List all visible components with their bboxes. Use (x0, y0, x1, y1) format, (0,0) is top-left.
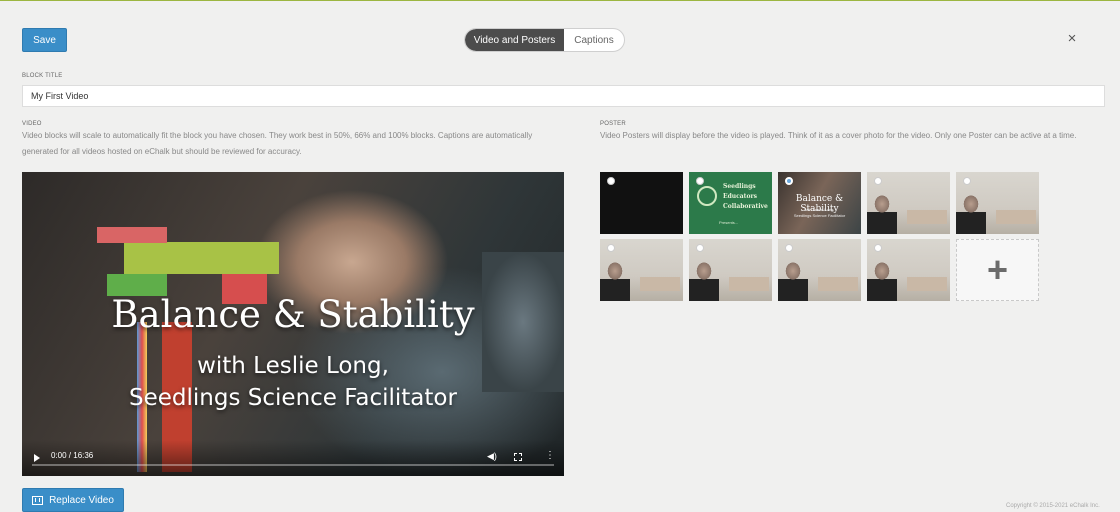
plus-icon: + (986, 249, 1009, 290)
more-options-icon[interactable]: ⋮ (545, 450, 555, 461)
video-label: VIDEO (22, 121, 42, 127)
green-block (124, 242, 279, 274)
person-image (867, 190, 897, 234)
poster-radio[interactable] (607, 244, 615, 252)
poster-logo-text: Seedlings Educators Collaborative (723, 182, 768, 212)
red-block (97, 227, 167, 243)
video-controls: 0:00 / 16:36 ◀) ⋮ (22, 440, 564, 476)
poster-thumb-selected[interactable]: Balance & Stability with Leslie Long, Se… (778, 172, 861, 234)
poster-radio[interactable] (607, 177, 615, 185)
person-image (778, 257, 808, 301)
poster-thumb[interactable] (600, 172, 683, 234)
poster-radio-selected[interactable] (785, 177, 793, 185)
poster-thumb[interactable] (600, 239, 683, 301)
shelf-image (640, 277, 680, 291)
person-image (956, 190, 986, 234)
poster-logo-text-line: Educators (723, 193, 757, 200)
poster-radio[interactable] (963, 177, 971, 185)
video-time: 0:00 / 16:36 (51, 451, 94, 460)
poster-radio[interactable] (696, 244, 704, 252)
person-image (867, 257, 897, 301)
poster-logo-text-line: Collaborative (723, 203, 768, 210)
shelf-image (907, 210, 947, 224)
poster-thumb[interactable] (778, 239, 861, 301)
swirl-logo-icon (697, 186, 717, 206)
tab-video-and-posters[interactable]: Video and Posters (465, 29, 564, 51)
shelf-image (907, 277, 947, 291)
poster-help-text: Video Posters will display before the vi… (600, 131, 1077, 140)
add-poster-button[interactable]: + (956, 239, 1039, 301)
video-subtitle-line2: Seedlings Science Facilitator (129, 385, 457, 411)
shelf-image (818, 277, 858, 291)
tab-captions[interactable]: Captions (564, 29, 624, 51)
copyright-text: Copyright © 2015-2021 eChalk Inc. (1006, 503, 1100, 509)
poster-label: POSTER (600, 121, 626, 127)
poster-radio[interactable] (696, 177, 704, 185)
poster-radio[interactable] (874, 177, 882, 185)
poster-thumb[interactable] (867, 239, 950, 301)
replace-video-button[interactable]: Replace Video (22, 488, 124, 512)
video-progress-bar[interactable] (32, 464, 554, 466)
poster-presents-text: Presents... (719, 220, 739, 225)
video-title: Balance & Stability (111, 293, 475, 336)
poster-thumb[interactable] (956, 172, 1039, 234)
poster-thumb-subtitle-line: Seedlings Science Facilitator (793, 213, 846, 218)
shelf-image (996, 210, 1036, 224)
block-title-label: BLOCK TITLE (22, 73, 63, 79)
film-icon (32, 495, 44, 505)
poster-logo-text-line: Seedlings (723, 183, 756, 190)
poster-thumb-subtitle: with Leslie Long, Seedlings Science Faci… (778, 207, 861, 219)
block-title-input[interactable] (22, 85, 1105, 107)
poster-thumb[interactable] (689, 239, 772, 301)
person-image (689, 257, 719, 301)
person-image (600, 257, 630, 301)
shelf-image (729, 277, 769, 291)
replace-video-label: Replace Video (49, 494, 114, 506)
poster-thumb[interactable] (867, 172, 950, 234)
top-accent-line (0, 0, 1120, 1)
poster-radio[interactable] (785, 244, 793, 252)
fullscreen-icon[interactable] (514, 453, 522, 461)
play-icon[interactable] (34, 454, 40, 462)
video-player[interactable]: Balance & Stability with Leslie Long, Se… (22, 172, 564, 476)
view-toggle: Video and Posters Captions (464, 28, 625, 52)
poster-thumb[interactable]: Seedlings Educators Collaborative Presen… (689, 172, 772, 234)
video-help-text: Video blocks will scale to automatically… (22, 131, 533, 156)
volume-icon[interactable]: ◀) (487, 451, 497, 462)
save-button[interactable]: Save (22, 28, 67, 52)
video-subtitle-line1: with Leslie Long, (197, 353, 389, 379)
close-icon[interactable]: × (1064, 31, 1080, 47)
video-subtitle: with Leslie Long, Seedlings Science Faci… (22, 350, 564, 414)
poster-radio[interactable] (874, 244, 882, 252)
